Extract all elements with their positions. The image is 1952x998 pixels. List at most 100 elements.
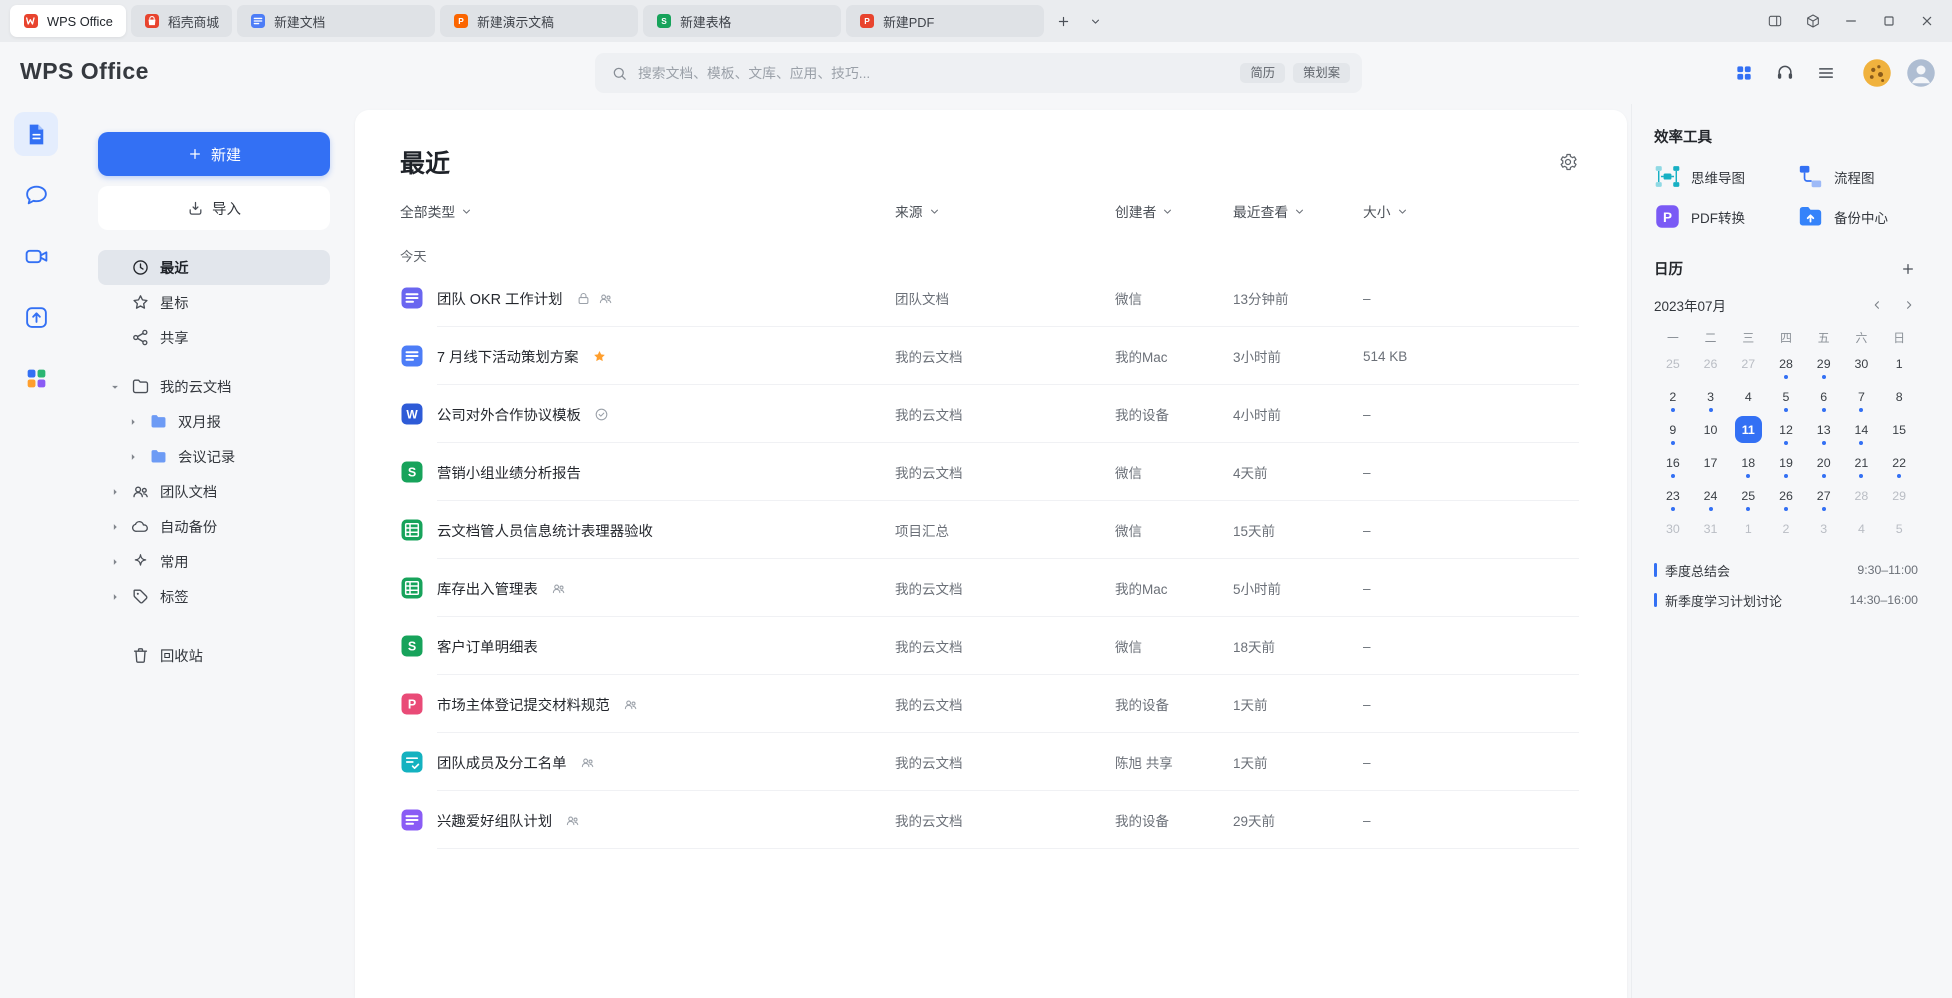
calendar-event[interactable]: 新季度学习计划讨论 14:30–16:00 bbox=[1654, 585, 1918, 615]
sidebar-item-recycle-bin[interactable]: 回收站 bbox=[98, 638, 330, 673]
user-avatar[interactable] bbox=[1906, 58, 1936, 88]
calendar-day[interactable]: 27 bbox=[1729, 347, 1767, 380]
calendar-event[interactable]: 季度总结会 9:30–11:00 bbox=[1654, 555, 1918, 585]
calendar-day[interactable]: 9 bbox=[1654, 413, 1692, 446]
minimize-button[interactable] bbox=[1836, 6, 1866, 36]
apps-box-button[interactable] bbox=[1798, 6, 1828, 36]
calendar-day[interactable]: 14 bbox=[1843, 413, 1881, 446]
tool-pdf-convert[interactable]: P PDF转换 bbox=[1654, 203, 1797, 230]
window-tab[interactable]: 稻壳商城 bbox=[131, 5, 232, 37]
support-button[interactable] bbox=[1772, 60, 1798, 86]
sidebar-item-shared[interactable]: 共享 bbox=[98, 320, 330, 355]
calendar-day[interactable]: 3 bbox=[1692, 380, 1730, 413]
calendar-day[interactable]: 24 bbox=[1692, 479, 1730, 512]
calendar-day[interactable]: 8 bbox=[1880, 380, 1918, 413]
calendar-day[interactable]: 17 bbox=[1692, 446, 1730, 479]
rail-meetings[interactable] bbox=[14, 234, 58, 278]
view-grid-button[interactable] bbox=[1731, 60, 1757, 86]
search-input[interactable] bbox=[638, 66, 1240, 81]
filter-size[interactable]: 大小 bbox=[1363, 201, 1579, 221]
maximize-button[interactable] bbox=[1874, 6, 1904, 36]
rail-docs[interactable] bbox=[14, 112, 58, 156]
calendar-day[interactable]: 29 bbox=[1805, 347, 1843, 380]
sidebar-item-auto-backup[interactable]: 自动备份 bbox=[98, 509, 330, 544]
calendar-day[interactable]: 25 bbox=[1654, 347, 1692, 380]
file-row[interactable]: 7 月线下活动策划方案 我的云文档 我的Mac 3小时前 514 KB bbox=[400, 327, 1579, 385]
sidebar-item-tags[interactable]: 标签 bbox=[98, 579, 330, 614]
calendar-day[interactable]: 30 bbox=[1843, 347, 1881, 380]
new-tab-button[interactable] bbox=[1050, 8, 1076, 34]
calendar-day[interactable]: 16 bbox=[1654, 446, 1692, 479]
rail-apps[interactable] bbox=[14, 356, 58, 400]
calendar-next-button[interactable] bbox=[1900, 296, 1918, 314]
import-button[interactable]: 导入 bbox=[98, 186, 330, 230]
file-row[interactable]: S 营销小组业绩分析报告 我的云文档 微信 4天前 – bbox=[400, 443, 1579, 501]
file-row[interactable]: 团队 OKR 工作计划 团队文档 微信 13分钟前 – bbox=[400, 269, 1579, 327]
calendar-day[interactable]: 18 bbox=[1729, 446, 1767, 479]
file-row[interactable]: P 市场主体登记提交材料规范 我的云文档 我的设备 1天前 – bbox=[400, 675, 1579, 733]
sidebar-item-meeting-notes[interactable]: 会议记录 bbox=[98, 439, 330, 474]
tool-mindmap[interactable]: 思维导图 bbox=[1654, 163, 1797, 190]
calendar-day[interactable]: 21 bbox=[1843, 446, 1881, 479]
calendar-day[interactable]: 30 bbox=[1654, 512, 1692, 545]
search-tag[interactable]: 简历 bbox=[1240, 63, 1285, 83]
menu-button[interactable] bbox=[1813, 60, 1839, 86]
calendar-day[interactable]: 28 bbox=[1843, 479, 1881, 512]
tool-backup-center[interactable]: 备份中心 bbox=[1797, 203, 1918, 230]
calendar-day[interactable]: 2 bbox=[1654, 380, 1692, 413]
calendar-day[interactable]: 23 bbox=[1654, 479, 1692, 512]
sidebar-item-team-docs[interactable]: 团队文档 bbox=[98, 474, 330, 509]
window-tab[interactable]: S 新建表格 bbox=[643, 5, 841, 37]
calendar-day[interactable]: 1 bbox=[1729, 512, 1767, 545]
calendar-day[interactable]: 26 bbox=[1767, 479, 1805, 512]
file-row[interactable]: S 客户订单明细表 我的云文档 微信 18天前 – bbox=[400, 617, 1579, 675]
filter-creator[interactable]: 创建者 bbox=[1115, 201, 1233, 221]
filter-type[interactable]: 全部类型 bbox=[400, 201, 895, 221]
file-row[interactable]: 兴趣爱好组队计划 我的云文档 我的设备 29天前 – bbox=[400, 791, 1579, 849]
window-tab[interactable]: P 新建演示文稿 bbox=[440, 5, 638, 37]
sidebar-item-bimonthly-report[interactable]: 双月报 bbox=[98, 404, 330, 439]
calendar-day[interactable]: 5 bbox=[1880, 512, 1918, 545]
filter-viewed[interactable]: 最近查看 bbox=[1233, 201, 1363, 221]
file-row[interactable]: 团队成员及分工名单 我的云文档 陈旭 共享 1天前 – bbox=[400, 733, 1579, 791]
window-tab[interactable]: P 新建PDF bbox=[846, 5, 1044, 37]
sidebar-item-my-cloud-docs[interactable]: 我的云文档 bbox=[98, 369, 330, 404]
window-tab[interactable]: 新建文档 bbox=[237, 5, 435, 37]
calendar-day[interactable]: 28 bbox=[1767, 347, 1805, 380]
file-row[interactable]: 库存出入管理表 我的云文档 我的Mac 5小时前 – bbox=[400, 559, 1579, 617]
calendar-day[interactable]: 11 bbox=[1729, 413, 1767, 446]
file-row[interactable]: 云文档管人员信息统计表理器验收 项目汇总 微信 15天前 – bbox=[400, 501, 1579, 559]
calendar-day[interactable]: 27 bbox=[1805, 479, 1843, 512]
calendar-day[interactable]: 13 bbox=[1805, 413, 1843, 446]
window-tab[interactable]: WPS Office bbox=[10, 5, 126, 37]
calendar-day[interactable]: 4 bbox=[1729, 380, 1767, 413]
calendar-day[interactable]: 1 bbox=[1880, 347, 1918, 380]
add-event-button[interactable] bbox=[1898, 259, 1918, 279]
layout-toggle-button[interactable] bbox=[1760, 6, 1790, 36]
calendar-day[interactable]: 31 bbox=[1692, 512, 1730, 545]
calendar-day[interactable]: 6 bbox=[1805, 380, 1843, 413]
calendar-day[interactable]: 10 bbox=[1692, 413, 1730, 446]
filter-source[interactable]: 来源 bbox=[895, 201, 1115, 221]
sidebar-item-frequent[interactable]: 常用 bbox=[98, 544, 330, 579]
calendar-day[interactable]: 2 bbox=[1767, 512, 1805, 545]
new-document-button[interactable]: 新建 bbox=[98, 132, 330, 176]
close-button[interactable] bbox=[1912, 6, 1942, 36]
calendar-day[interactable]: 19 bbox=[1767, 446, 1805, 479]
calendar-prev-button[interactable] bbox=[1868, 296, 1886, 314]
calendar-day[interactable]: 22 bbox=[1880, 446, 1918, 479]
sidebar-item-starred[interactable]: 星标 bbox=[98, 285, 330, 320]
list-settings-button[interactable] bbox=[1557, 151, 1579, 173]
sidebar-item-recent[interactable]: 最近 bbox=[98, 250, 330, 285]
rail-messages[interactable] bbox=[14, 173, 58, 217]
calendar-day[interactable]: 4 bbox=[1843, 512, 1881, 545]
calendar-day[interactable]: 29 bbox=[1880, 479, 1918, 512]
file-row[interactable]: W 公司对外合作协议模板 我的云文档 我的设备 4小时前 – bbox=[400, 385, 1579, 443]
tab-list-button[interactable] bbox=[1082, 8, 1108, 34]
calendar-day[interactable]: 20 bbox=[1805, 446, 1843, 479]
member-badge[interactable] bbox=[1862, 58, 1892, 88]
calendar-day[interactable]: 12 bbox=[1767, 413, 1805, 446]
calendar-day[interactable]: 3 bbox=[1805, 512, 1843, 545]
calendar-day[interactable]: 25 bbox=[1729, 479, 1767, 512]
calendar-day[interactable]: 15 bbox=[1880, 413, 1918, 446]
